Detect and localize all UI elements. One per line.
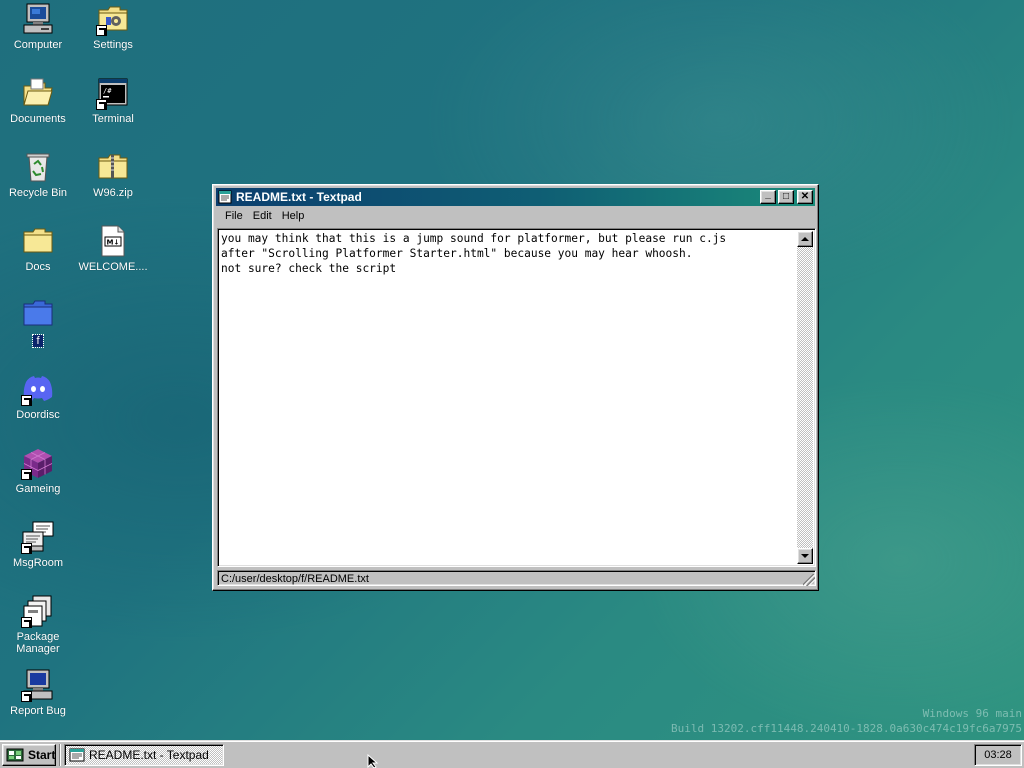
desktop-icon-label: Recycle Bin bbox=[8, 187, 68, 199]
package-icon bbox=[21, 594, 55, 628]
start-logo-icon bbox=[6, 748, 24, 762]
taskbar: Start README.txt - Textpad 03:28 bbox=[0, 740, 1024, 768]
terminal-icon: /# bbox=[96, 76, 130, 110]
bug-report-monitor-icon bbox=[21, 668, 55, 702]
vertical-scrollbar[interactable] bbox=[797, 231, 813, 564]
build-watermark-line1: Windows 96 main bbox=[922, 707, 1022, 720]
desktop-icon-report-bug[interactable]: Report Bug bbox=[0, 668, 76, 717]
desktop-icon-settings[interactable]: Settings bbox=[75, 2, 151, 51]
status-bar: C:/user/desktop/f/README.txt bbox=[217, 569, 816, 587]
desktop-icon-doordisc[interactable]: Doordisc bbox=[0, 372, 76, 421]
desktop-icon-label: Documents bbox=[10, 113, 66, 125]
taskbar-item-label: README.txt - Textpad bbox=[89, 747, 209, 762]
shortcut-arrow-icon bbox=[21, 543, 32, 554]
taskbar-separator bbox=[59, 743, 61, 766]
shortcut-arrow-icon bbox=[96, 99, 107, 110]
taskbar-item-textpad[interactable]: README.txt - Textpad bbox=[64, 743, 224, 766]
start-button[interactable]: Start bbox=[2, 743, 56, 766]
svg-text:M↓: M↓ bbox=[107, 239, 120, 247]
open-folder-icon bbox=[21, 76, 55, 110]
desktop-icon-w96zip[interactable]: W96.zip bbox=[75, 150, 151, 199]
shortcut-arrow-icon bbox=[21, 617, 32, 628]
editor-content[interactable]: you may think that this is a jump sound … bbox=[221, 231, 795, 564]
folder-icon bbox=[21, 224, 55, 258]
status-file-path: C:/user/desktop/f/README.txt bbox=[217, 570, 816, 586]
chat-icon bbox=[21, 520, 55, 554]
close-button[interactable]: ✕ bbox=[797, 190, 813, 204]
arrow-up-icon bbox=[801, 237, 809, 241]
desktop-icon-recycle-bin[interactable]: Recycle Bin bbox=[0, 150, 76, 199]
desktop-icon-label: Report Bug bbox=[10, 705, 66, 717]
desktop-icon-documents[interactable]: Documents bbox=[0, 76, 76, 125]
scroll-down-button[interactable] bbox=[797, 548, 813, 564]
desktop-icon-f[interactable]: f bbox=[0, 298, 76, 348]
shortcut-arrow-icon bbox=[21, 691, 32, 702]
window-titlebar[interactable]: README.txt - Textpad _ □ ✕ bbox=[216, 188, 815, 206]
system-tray-clock[interactable]: 03:28 bbox=[974, 743, 1022, 766]
arrow-down-icon bbox=[801, 554, 809, 558]
shortcut-arrow-icon bbox=[96, 25, 107, 36]
settings-folder-icon bbox=[96, 2, 130, 36]
build-watermark-line2: Build 13202.cff11448.240410-1828.0a630c4… bbox=[671, 722, 1022, 735]
shortcut-arrow-icon bbox=[21, 469, 32, 480]
desktop-icon-label: MsgRoom bbox=[12, 557, 64, 569]
desktop-icon-label: f bbox=[32, 334, 44, 348]
markdown-file-icon: M↓ bbox=[96, 224, 130, 258]
close-icon: ✕ bbox=[800, 191, 810, 202]
desktop-icon-docs[interactable]: Docs bbox=[0, 224, 76, 273]
computer-icon bbox=[21, 2, 55, 36]
recycle-bin-icon bbox=[21, 150, 55, 184]
resize-grip-icon[interactable] bbox=[803, 574, 815, 586]
minimize-icon: _ bbox=[765, 189, 771, 200]
desktop-icon-terminal[interactable]: /# Terminal bbox=[75, 76, 151, 125]
clock: 03:28 bbox=[984, 748, 1012, 761]
zip-folder-icon bbox=[96, 150, 130, 184]
desktop-icon-package-manager[interactable]: Package Manager bbox=[0, 594, 76, 655]
shortcut-arrow-icon bbox=[21, 395, 32, 406]
text-editor-area[interactable]: you may think that this is a jump sound … bbox=[217, 228, 816, 567]
desktop-icon-welcome[interactable]: M↓ WELCOME.... bbox=[75, 224, 151, 273]
desktop-icon-gameing[interactable]: Gameing bbox=[0, 446, 76, 495]
desktop-icon-computer[interactable]: Computer bbox=[0, 2, 76, 51]
desktop-icon-label: Settings bbox=[93, 39, 133, 51]
desktop-icon-label: Computer bbox=[13, 39, 63, 51]
start-label: Start bbox=[28, 747, 56, 762]
desktop-icon-label: Terminal bbox=[92, 113, 134, 125]
mouse-cursor-icon bbox=[367, 753, 379, 768]
desktop-icon-label: W96.zip bbox=[93, 187, 133, 199]
desktop-icon-msgroom[interactable]: MsgRoom bbox=[0, 520, 76, 569]
desktop-icon-label: WELCOME.... bbox=[78, 261, 148, 273]
blue-folder-icon bbox=[21, 298, 55, 332]
svg-text:/#: /# bbox=[103, 87, 112, 95]
menu-bar: File Edit Help bbox=[216, 206, 815, 226]
textpad-window[interactable]: README.txt - Textpad _ □ ✕ File Edit Hel… bbox=[212, 184, 819, 591]
discord-icon bbox=[21, 372, 55, 406]
window-title: README.txt - Textpad bbox=[236, 190, 362, 204]
maximize-button[interactable]: □ bbox=[778, 190, 794, 204]
desktop-icon-label: Doordisc bbox=[16, 409, 60, 421]
scroll-up-button[interactable] bbox=[797, 231, 813, 247]
textpad-icon bbox=[69, 748, 85, 762]
maximize-icon: □ bbox=[782, 191, 790, 202]
textpad-icon bbox=[218, 190, 232, 204]
desktop-icon-label: Package Manager bbox=[16, 631, 60, 655]
desktop-icon-label: Gameing bbox=[15, 483, 61, 495]
minimize-button[interactable]: _ bbox=[760, 190, 776, 204]
menu-help[interactable]: Help bbox=[277, 208, 310, 224]
desktop-icon-label: Docs bbox=[25, 261, 51, 273]
menu-edit[interactable]: Edit bbox=[248, 208, 277, 224]
menu-file[interactable]: File bbox=[220, 208, 248, 224]
cube-icon bbox=[21, 446, 55, 480]
